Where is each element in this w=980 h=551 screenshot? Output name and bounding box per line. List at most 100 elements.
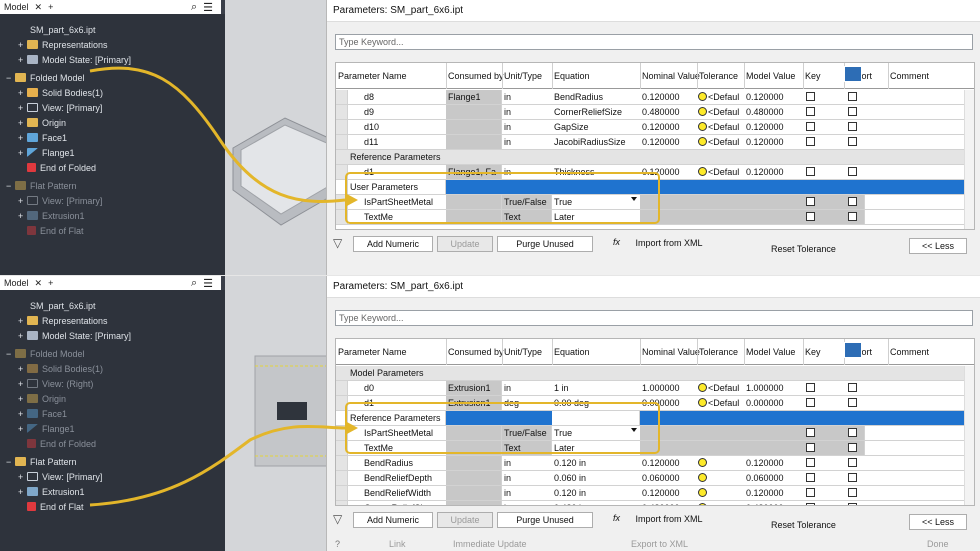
column-header[interactable]: Key <box>805 71 821 81</box>
export-xml-button[interactable]: Export to XML <box>631 539 688 549</box>
link-button[interactable]: Link <box>389 539 406 549</box>
search-icon[interactable]: ⌕ <box>191 277 197 290</box>
tree-item[interactable]: + Flange1 <box>18 421 75 436</box>
expand-toggle-icon[interactable]: − <box>6 457 15 467</box>
export-checkbox[interactable] <box>848 473 857 482</box>
update-button[interactable]: Update <box>437 512 493 528</box>
column-header[interactable]: Unit/Type <box>504 71 542 81</box>
import-xml-button[interactable]: Import from XML <box>627 512 711 528</box>
search-icon[interactable]: ⌕ <box>191 1 197 14</box>
expand-toggle-icon[interactable]: + <box>18 55 27 65</box>
less-button[interactable]: << Less <box>909 238 967 254</box>
export-checkbox[interactable] <box>848 398 857 407</box>
tree-item[interactable]: SM_part_6x6.ipt <box>6 22 96 37</box>
tree-item[interactable]: + Flange1 <box>18 145 75 160</box>
export-checkbox[interactable] <box>848 383 857 392</box>
table-row[interactable]: CornerReliefSize in 0.480 in 0.480000 0.4800… <box>336 501 974 505</box>
tree-item[interactable]: + View: (Right) <box>18 376 93 391</box>
table-row[interactable]: d0 Extrusion1 in 1 in 1.000000 <Defaul 1.00000… <box>336 381 974 396</box>
table-row[interactable]: BendRadius in 0.120 in 0.120000 0.120000 <box>336 456 974 471</box>
tree-item[interactable]: − Folded Model <box>6 346 85 361</box>
tree-item[interactable]: + View: [Primary] <box>18 469 102 484</box>
tree-item[interactable]: + Solid Bodies(1) <box>18 85 103 100</box>
key-checkbox[interactable] <box>806 503 815 505</box>
tree-item[interactable]: − Folded Model <box>6 70 85 85</box>
filter-icon[interactable]: ▽ <box>333 236 342 250</box>
graphics-canvas[interactable] <box>225 0 335 275</box>
export-checkbox[interactable] <box>848 197 857 206</box>
column-header[interactable]: Equation <box>554 347 590 357</box>
expand-toggle-icon[interactable]: + <box>18 472 27 482</box>
export-checkbox[interactable] <box>848 488 857 497</box>
expand-toggle-icon[interactable]: + <box>18 316 27 326</box>
tree-item[interactable]: + Extrusion1 <box>18 208 85 223</box>
column-header[interactable]: Model Value <box>746 347 795 357</box>
tree-item[interactable]: End of Folded <box>18 160 96 175</box>
table-row[interactable]: Reference Parameters <box>336 150 974 165</box>
tree-item[interactable]: + Face1 <box>18 406 67 421</box>
table-row[interactable]: BendReliefDepth in 0.060 in 0.060000 0.06000… <box>336 471 974 486</box>
tolerance-dot-icon[interactable] <box>698 503 707 505</box>
key-checkbox[interactable] <box>806 473 815 482</box>
expand-toggle-icon[interactable]: + <box>18 40 27 50</box>
key-checkbox[interactable] <box>806 137 815 146</box>
expand-toggle-icon[interactable]: + <box>18 118 27 128</box>
export-checkbox[interactable] <box>848 92 857 101</box>
expand-toggle-icon[interactable]: + <box>18 364 27 374</box>
expand-toggle-icon[interactable]: + <box>18 409 27 419</box>
tree-item[interactable]: + Solid Bodies(1) <box>18 361 103 376</box>
tree-item[interactable]: − Flat Pattern <box>6 454 77 469</box>
vertical-scrollbar[interactable] <box>964 366 974 505</box>
tree-item[interactable]: SM_part_6x6.ipt <box>6 298 96 313</box>
expand-toggle-icon[interactable]: + <box>18 211 27 221</box>
import-xml-button[interactable]: Import from XML <box>627 236 711 252</box>
tree-item[interactable]: + Face1 <box>18 130 67 145</box>
tree-item[interactable]: + Model State: [Primary] <box>18 328 131 343</box>
export-checkbox[interactable] <box>848 443 857 452</box>
expand-toggle-icon[interactable]: + <box>18 331 27 341</box>
tree-item[interactable]: − Flat Pattern <box>6 178 77 193</box>
export-checkbox[interactable] <box>848 503 857 505</box>
key-checkbox[interactable] <box>806 122 815 131</box>
tolerance-dot-icon[interactable] <box>698 137 707 146</box>
tree-item[interactable]: + Representations <box>18 313 108 328</box>
add-tab-icon[interactable]: + <box>48 278 53 288</box>
update-button[interactable]: Update <box>437 236 493 252</box>
close-icon[interactable]: ✕ <box>35 2 43 13</box>
key-checkbox[interactable] <box>806 488 815 497</box>
expand-toggle-icon[interactable]: + <box>18 424 27 434</box>
export-checkbox[interactable] <box>848 428 857 437</box>
less-button[interactable]: << Less <box>909 514 967 530</box>
column-header[interactable]: Parameter Name <box>338 347 407 357</box>
tree-item[interactable]: End of Folded <box>18 436 96 451</box>
expand-toggle-icon[interactable]: + <box>18 379 27 389</box>
key-checkbox[interactable] <box>806 458 815 467</box>
key-checkbox[interactable] <box>806 443 815 452</box>
expand-toggle-icon[interactable]: − <box>6 73 15 83</box>
keyword-search-input[interactable]: Type Keyword... <box>335 34 973 50</box>
purge-unused-button[interactable]: Purge Unused <box>497 236 593 252</box>
tolerance-dot-icon[interactable] <box>698 398 707 407</box>
column-header[interactable]: Comment <box>890 71 929 81</box>
table-row[interactable]: d8 Flange1 in BendRadius 0.120000 <Defaul 0.12… <box>336 90 974 105</box>
key-checkbox[interactable] <box>806 398 815 407</box>
expand-toggle-icon[interactable]: + <box>18 487 27 497</box>
column-header[interactable]: Consumed by <box>448 71 504 81</box>
table-row[interactable]: BendReliefWidth in 0.120 in 0.120000 0.12000… <box>336 486 974 501</box>
expand-toggle-icon[interactable]: + <box>18 148 27 158</box>
expand-toggle-icon[interactable]: + <box>18 133 27 143</box>
add-tab-icon[interactable]: + <box>48 2 53 12</box>
key-checkbox[interactable] <box>806 383 815 392</box>
column-header[interactable]: Tolerance <box>699 71 738 81</box>
tolerance-dot-icon[interactable] <box>698 458 707 467</box>
tolerance-dot-icon[interactable] <box>698 107 707 116</box>
expand-toggle-icon[interactable]: − <box>6 349 15 359</box>
filter-icon[interactable]: ▽ <box>333 512 342 526</box>
close-icon[interactable]: ✕ <box>35 278 43 289</box>
keyword-search-input[interactable]: Type Keyword... <box>335 310 973 326</box>
key-checkbox[interactable] <box>806 107 815 116</box>
vertical-scrollbar[interactable] <box>964 90 974 229</box>
tree-item[interactable]: + View: [Primary] <box>18 193 102 208</box>
export-checkbox[interactable] <box>848 137 857 146</box>
export-checkbox[interactable] <box>848 107 857 116</box>
